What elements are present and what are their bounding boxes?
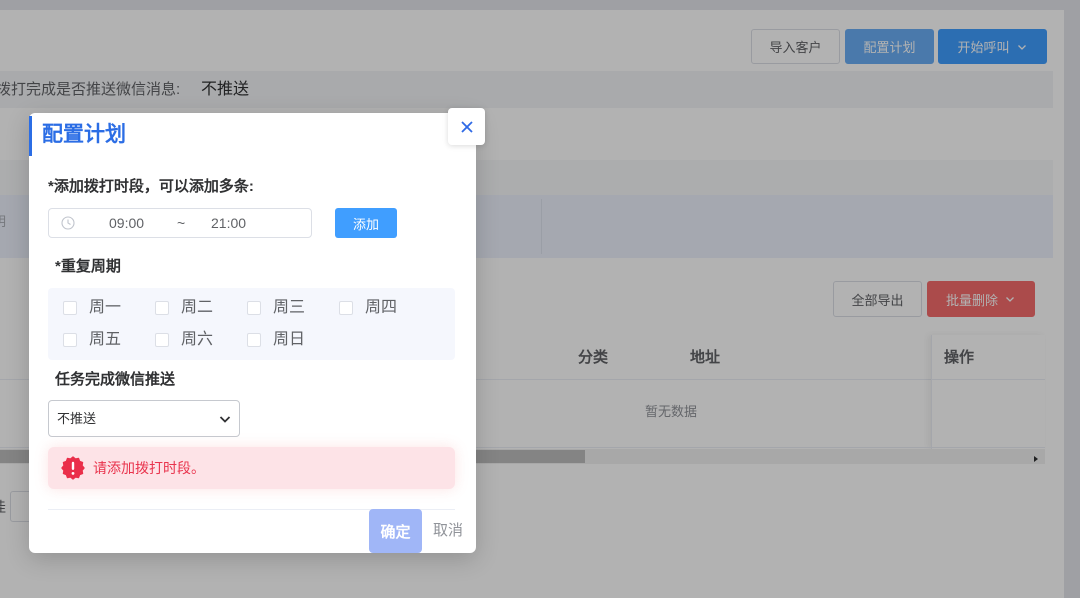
clock-icon: [61, 216, 75, 230]
weekday-label: 周三: [273, 299, 306, 316]
start-time-input[interactable]: 09:00: [109, 209, 144, 237]
repeat-cycle-label: *重复周期: [55, 258, 121, 275]
weekday-label: 周二: [181, 299, 214, 316]
weekday-label: 周一: [89, 299, 122, 316]
weekday-label: 周六: [181, 331, 214, 348]
chevron-down-icon: [218, 412, 232, 426]
call-time-label: *添加拨打时段，可以添加多条:: [48, 178, 254, 195]
range-separator: ~: [177, 215, 186, 231]
weekday-label: 周五: [89, 331, 122, 348]
checkbox-box[interactable]: [155, 301, 169, 315]
time-range-picker[interactable]: 09:00 ~ 21:00: [48, 208, 312, 238]
screen: 导入客户 配置计划 开始呼叫 拨打完成是否推送微信消息: 不推送 明 全部导出 …: [0, 0, 1080, 598]
close-button[interactable]: [448, 108, 485, 145]
checkbox-box[interactable]: [63, 333, 77, 347]
config-plan-dialog: 配置计划 *添加拨打时段，可以添加多条: 09:00 ~ 21:00 添加 *重…: [29, 108, 485, 553]
cancel-button[interactable]: 取消: [433, 509, 463, 553]
select-value: 不推送: [57, 411, 97, 426]
checkbox-box[interactable]: [247, 333, 261, 347]
checkbox-box[interactable]: [247, 301, 261, 315]
error-alert: 请添加拨打时段。: [48, 447, 455, 489]
weekday-checkbox-sat[interactable]: 周六: [155, 330, 247, 350]
alert-message: 请添加拨打时段。: [93, 460, 205, 476]
weekday-label: 周日: [273, 331, 306, 348]
weekday-checkbox-wed[interactable]: 周三: [247, 298, 339, 318]
title-accent-bar: [29, 116, 32, 156]
confirm-button[interactable]: 确定: [369, 509, 422, 553]
weekday-checkbox-group: 周一 周二 周三 周四 周五 周六 周日: [48, 288, 455, 360]
weekday-checkbox-tue[interactable]: 周二: [155, 298, 247, 318]
weekday-checkbox-sun[interactable]: 周日: [247, 330, 339, 350]
wechat-push-label: 任务完成微信推送: [55, 371, 176, 388]
dialog-title: 配置计划: [42, 123, 126, 146]
wechat-push-select[interactable]: 不推送: [48, 400, 240, 437]
weekday-checkbox-thu[interactable]: 周四: [339, 298, 431, 318]
checkbox-box[interactable]: [63, 301, 77, 315]
confirm-label: 确定: [380, 523, 411, 541]
end-time-input[interactable]: 21:00: [211, 209, 246, 237]
checkbox-box[interactable]: [339, 301, 353, 315]
weekday-checkbox-fri[interactable]: 周五: [63, 330, 155, 350]
add-button-label: 添加: [352, 216, 379, 232]
add-time-slot-button[interactable]: 添加: [335, 208, 397, 238]
checkbox-box[interactable]: [155, 333, 169, 347]
close-icon: [460, 120, 474, 134]
weekday-checkbox-mon[interactable]: 周一: [63, 298, 155, 318]
error-icon: [61, 456, 85, 480]
weekday-label: 周四: [365, 299, 398, 316]
